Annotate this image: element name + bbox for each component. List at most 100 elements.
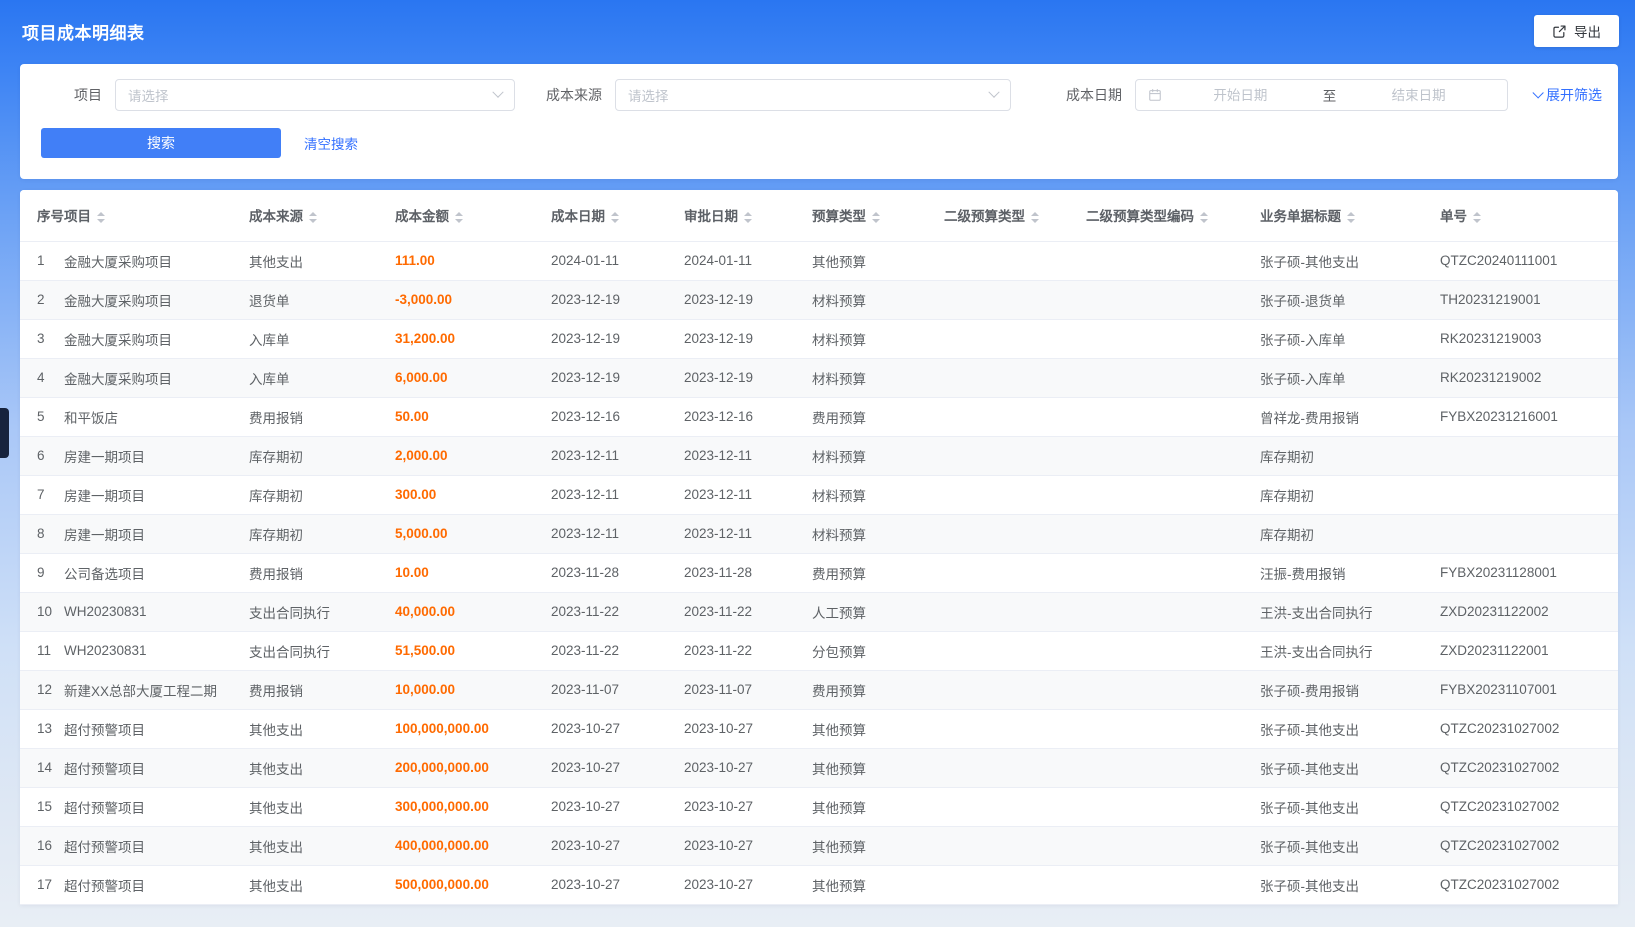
cell-project: 超付预警项目 — [64, 748, 249, 787]
end-date-input[interactable] — [1342, 88, 1495, 103]
cell-approval_date: 2023-11-07 — [684, 670, 812, 709]
cell-project: 金融大厦采购项目 — [64, 358, 249, 397]
cell-budget_type: 人工预算 — [812, 592, 944, 631]
start-date-input[interactable] — [1164, 88, 1317, 103]
cell-sub_budget_code — [1086, 436, 1260, 475]
table-row: 14超付预警项目其他支出200,000,000.002023-10-272023… — [20, 748, 1618, 787]
cell-sub_budget_type — [944, 592, 1086, 631]
cost-source-select[interactable]: 请选择 — [615, 79, 1011, 111]
cell-doc_title: 张子硕-入库单 — [1260, 319, 1440, 358]
cell-no: 5 — [20, 397, 64, 436]
clear-search-link[interactable]: 清空搜索 — [304, 133, 358, 153]
cell-doc_title: 张子硕-其他支出 — [1260, 826, 1440, 865]
chevron-down-icon — [492, 87, 503, 98]
cell-doc_title: 库存期初 — [1260, 436, 1440, 475]
cell-budget_type: 材料预算 — [812, 514, 944, 553]
cell-sub_budget_code — [1086, 280, 1260, 319]
sort-icon — [611, 212, 619, 223]
cell-no: 3 — [20, 319, 64, 358]
cell-cost_date: 2023-12-11 — [551, 475, 684, 514]
cell-sub_budget_code — [1086, 397, 1260, 436]
cost-table-body: 1金融大厦采购项目其他支出111.002024-01-112024-01-11其… — [20, 241, 1618, 904]
sort-icon — [872, 212, 880, 223]
cell-doc_title: 张子硕-其他支出 — [1260, 241, 1440, 280]
cell-budget_type: 其他预算 — [812, 709, 944, 748]
cell-doc_title: 库存期初 — [1260, 475, 1440, 514]
cell-doc_title: 张子硕-其他支出 — [1260, 748, 1440, 787]
cell-cost_date: 2023-10-27 — [551, 826, 684, 865]
cell-sub_budget_code — [1086, 241, 1260, 280]
export-button[interactable]: 导出 — [1534, 15, 1619, 47]
chevron-down-icon — [1532, 87, 1543, 98]
cell-source: 费用报销 — [249, 670, 395, 709]
cell-doc_no: FYBX20231216001 — [1440, 397, 1618, 436]
cell-approval_date: 2023-10-27 — [684, 865, 812, 904]
cell-doc_title: 曾祥龙-费用报销 — [1260, 397, 1440, 436]
cell-doc_no: RK20231219002 — [1440, 358, 1618, 397]
filter-panel: 项目 请选择 成本来源 请选择 成本日期 至 展开筛选 — [20, 64, 1618, 179]
column-header-budget_type[interactable]: 预算类型 — [812, 190, 944, 241]
cell-budget_type: 其他预算 — [812, 241, 944, 280]
cell-project: 金融大厦采购项目 — [64, 319, 249, 358]
search-button[interactable]: 搜索 — [41, 128, 281, 158]
column-header-sub_budget_code[interactable]: 二级预算类型编码 — [1086, 190, 1260, 241]
cell-no: 11 — [20, 631, 64, 670]
cell-cost_date: 2023-11-22 — [551, 592, 684, 631]
cell-source: 其他支出 — [249, 241, 395, 280]
project-select[interactable]: 请选择 — [115, 79, 515, 111]
column-header-approval_date[interactable]: 审批日期 — [684, 190, 812, 241]
cell-sub_budget_type — [944, 280, 1086, 319]
cell-project: 房建一期项目 — [64, 514, 249, 553]
column-header-doc_title[interactable]: 业务单据标题 — [1260, 190, 1440, 241]
cell-doc_no — [1440, 475, 1618, 514]
column-header-sub_budget_type[interactable]: 二级预算类型 — [944, 190, 1086, 241]
table-row: 11WH20230831支出合同执行51,500.002023-11-22202… — [20, 631, 1618, 670]
cell-source: 库存期初 — [249, 475, 395, 514]
cell-project: 公司备选项目 — [64, 553, 249, 592]
column-header-project[interactable]: 项目 — [64, 190, 249, 241]
cell-source: 入库单 — [249, 319, 395, 358]
column-header-source[interactable]: 成本来源 — [249, 190, 395, 241]
cell-sub_budget_type — [944, 358, 1086, 397]
cell-cost_date: 2024-01-11 — [551, 241, 684, 280]
cell-amount: 6,000.00 — [395, 358, 551, 397]
cell-project: 新建XX总部大厦工程二期 — [64, 670, 249, 709]
app-header: 项目成本明细表 导出 — [0, 0, 1635, 62]
cell-cost_date: 2023-12-19 — [551, 358, 684, 397]
cell-approval_date: 2023-12-19 — [684, 280, 812, 319]
cell-project: 房建一期项目 — [64, 436, 249, 475]
column-header-doc_no[interactable]: 单号 — [1440, 190, 1618, 241]
cost-date-range-picker[interactable]: 至 — [1135, 79, 1508, 111]
cell-sub_budget_code — [1086, 748, 1260, 787]
cell-no: 4 — [20, 358, 64, 397]
page-title: 项目成本明细表 — [22, 19, 145, 44]
column-header-amount[interactable]: 成本金额 — [395, 190, 551, 241]
cell-project: 和平饭店 — [64, 397, 249, 436]
cell-doc_title: 王洪-支出合同执行 — [1260, 592, 1440, 631]
table-row: 7房建一期项目库存期初300.002023-12-112023-12-11材料预… — [20, 475, 1618, 514]
cell-budget_type: 其他预算 — [812, 865, 944, 904]
cell-no: 16 — [20, 826, 64, 865]
table-row: 4金融大厦采购项目入库单6,000.002023-12-192023-12-19… — [20, 358, 1618, 397]
cell-amount: 31,200.00 — [395, 319, 551, 358]
cell-project: 金融大厦采购项目 — [64, 241, 249, 280]
cell-sub_budget_code — [1086, 475, 1260, 514]
cell-amount: 51,500.00 — [395, 631, 551, 670]
cost-table-card: 序号项目成本来源成本金额成本日期审批日期预算类型二级预算类型二级预算类型编码业务… — [20, 190, 1618, 905]
table-row: 3金融大厦采购项目入库单31,200.002023-12-192023-12-1… — [20, 319, 1618, 358]
cell-approval_date: 2023-10-27 — [684, 787, 812, 826]
cell-project: WH20230831 — [64, 592, 249, 631]
export-button-label: 导出 — [1574, 21, 1601, 41]
cell-source: 其他支出 — [249, 709, 395, 748]
cell-approval_date: 2023-11-28 — [684, 553, 812, 592]
cost-source-select-placeholder: 请选择 — [628, 85, 669, 105]
cell-cost_date: 2023-11-28 — [551, 553, 684, 592]
table-row: 6房建一期项目库存期初2,000.002023-12-112023-12-11材… — [20, 436, 1618, 475]
side-drawer-handle[interactable] — [0, 408, 9, 458]
cell-doc_title: 张子硕-其他支出 — [1260, 709, 1440, 748]
column-header-cost_date[interactable]: 成本日期 — [551, 190, 684, 241]
cell-doc_title: 王洪-支出合同执行 — [1260, 631, 1440, 670]
expand-filters-link[interactable]: 展开筛选 — [1532, 85, 1602, 105]
cell-cost_date: 2023-10-27 — [551, 709, 684, 748]
table-row: 17超付预警项目其他支出500,000,000.002023-10-272023… — [20, 865, 1618, 904]
